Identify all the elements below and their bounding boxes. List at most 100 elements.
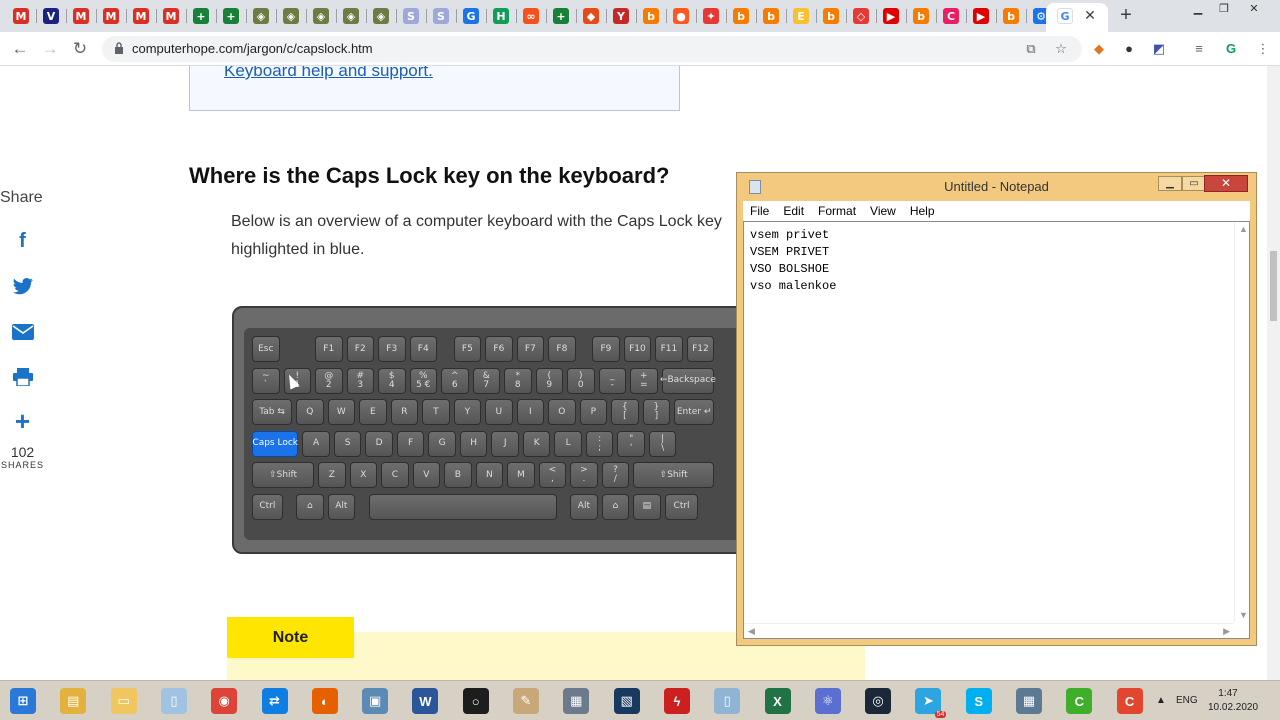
notepad-menu-file[interactable]: File — [743, 201, 776, 221]
taskbar-button[interactable]: ➤ 54 — [908, 684, 948, 718]
taskbar-button[interactable]: ⚛ — [808, 684, 848, 718]
close-tab-icon[interactable]: ✕ — [1082, 7, 1098, 23]
scrollbar-thumb[interactable] — [1270, 251, 1277, 321]
browser-tab[interactable]: ◆ — [580, 4, 602, 28]
tray-expand-icon[interactable]: ▲ — [1156, 695, 1166, 706]
taskbar-button[interactable]: ⇄ — [255, 684, 295, 718]
browser-tab[interactable]: S — [400, 4, 422, 28]
notepad-minimize-button[interactable]: ▁ — [1158, 176, 1182, 191]
browser-tab[interactable]: ▶ — [880, 4, 902, 28]
language-indicator[interactable]: ENG — [1176, 695, 1198, 706]
browser-tab[interactable]: ◈ — [340, 4, 362, 28]
taskbar-button[interactable]: ▯ — [707, 684, 747, 718]
browser-tab[interactable]: ◈ — [250, 4, 272, 28]
browser-tab[interactable]: b — [760, 4, 782, 28]
browser-tab[interactable]: M — [100, 4, 122, 28]
taskbar-button[interactable]: C — [1110, 684, 1150, 718]
browser-tab[interactable]: M — [160, 4, 182, 28]
browser-tab[interactable]: ∞ — [520, 4, 542, 28]
forward-button[interactable]: → — [40, 39, 60, 59]
notepad-maximize-button[interactable]: ▭ — [1182, 176, 1206, 191]
browser-tab[interactable]: + — [190, 4, 212, 28]
taskbar-button[interactable]: S — [959, 684, 999, 718]
taskbar-button[interactable]: ◐ — [305, 684, 345, 718]
taskbar-button[interactable]: ⊞ — [3, 684, 43, 718]
taskbar-button[interactable]: ◉ — [204, 684, 244, 718]
print-icon[interactable] — [0, 354, 45, 399]
notepad-horizontal-scrollbar[interactable]: ◀ ▶ — [744, 623, 1234, 638]
browser-tab[interactable]: E — [790, 4, 812, 28]
browser-tab[interactable]: ◈ — [370, 4, 392, 28]
notepad-menu-view[interactable]: View — [863, 201, 903, 221]
address-bar[interactable]: computerhope.com/jargon/c/capslock.htm ⧉… — [102, 36, 1082, 62]
browser-tab[interactable]: + — [550, 4, 572, 28]
metamask-icon[interactable]: ◆ — [1090, 40, 1108, 58]
taskbar-button[interactable]: ▣ — [355, 684, 395, 718]
keyboard-help-link[interactable]: Keyboard help and support. — [224, 66, 433, 81]
reload-button[interactable]: ↻ — [70, 39, 90, 59]
more-share-icon[interactable]: + — [0, 399, 45, 444]
playlist-icon[interactable]: ≡ — [1190, 40, 1208, 58]
taskbar-button[interactable]: X — [758, 684, 798, 718]
taskbar-button[interactable]: C — [1059, 684, 1099, 718]
browser-tab[interactable]: M — [10, 4, 32, 28]
taskbar-button[interactable]: ▦ — [556, 684, 596, 718]
browser-tab[interactable]: S — [430, 4, 452, 28]
notepad-menu-edit[interactable]: Edit — [776, 201, 811, 221]
notepad-text-area[interactable]: vsem privet VSEM PRIVET VSO BOLSHOE vso … — [743, 221, 1250, 639]
extension-icon[interactable]: ◩ — [1150, 40, 1168, 58]
browser-tab[interactable]: Y — [610, 4, 632, 28]
email-icon[interactable] — [0, 309, 45, 354]
restore-button[interactable]: ❐ — [1214, 2, 1234, 16]
extension-icon[interactable]: ● — [1120, 40, 1138, 58]
taskbar-button[interactable]: ▯ — [154, 684, 194, 718]
browser-tab[interactable]: G — [460, 4, 482, 28]
active-tab[interactable]: G — [1046, 3, 1108, 32]
clock[interactable]: 1:47 10.02.2020 — [1208, 687, 1258, 715]
browser-tab[interactable]: b — [910, 4, 932, 28]
taskbar-button[interactable]: W — [405, 684, 445, 718]
minimize-button[interactable]: ▁ — [1188, 2, 1208, 16]
browser-tab[interactable]: b — [1000, 4, 1022, 28]
scroll-left-icon[interactable]: ◀ — [748, 626, 755, 637]
notepad-close-button[interactable]: ✕ — [1204, 175, 1248, 192]
twitter-icon[interactable] — [0, 264, 45, 309]
page-scrollbar[interactable] — [1267, 66, 1280, 680]
new-tab-button[interactable]: + — [1116, 5, 1136, 25]
profile-icon[interactable]: G — [1222, 40, 1240, 58]
browser-tab[interactable]: ◈ — [280, 4, 302, 28]
translate-icon[interactable]: ⧉ — [1022, 40, 1040, 58]
browser-tab[interactable]: C — [940, 4, 962, 28]
taskbar-button[interactable]: ✎ — [506, 684, 546, 718]
browser-tab[interactable]: b — [730, 4, 752, 28]
taskbar-button[interactable]: ϟ — [657, 684, 697, 718]
taskbar-button[interactable]: ▦ — [1009, 684, 1049, 718]
back-button[interactable]: ← — [10, 39, 30, 59]
notepad-vertical-scrollbar[interactable]: ▲ ▼ — [1234, 222, 1249, 622]
scroll-right-icon[interactable]: ▶ — [1223, 626, 1230, 637]
taskbar-button[interactable]: ◎ — [858, 684, 898, 718]
browser-tab[interactable]: ✦ — [700, 4, 722, 28]
notepad-menu-format[interactable]: Format — [811, 201, 863, 221]
taskbar-button[interactable]: ▭ — [104, 684, 144, 718]
browser-tab[interactable]: M — [70, 4, 92, 28]
browser-tab[interactable]: ● — [670, 4, 692, 28]
taskbar-button[interactable]: ▤ — [53, 684, 93, 718]
taskbar-button[interactable]: ▧ — [607, 684, 647, 718]
notepad-menu-help[interactable]: Help — [903, 201, 942, 221]
browser-tab[interactable]: ◈ — [310, 4, 332, 28]
browser-tab[interactable]: + — [220, 4, 242, 28]
taskbar-button[interactable]: ○ — [456, 684, 496, 718]
browser-tab[interactable]: ◇ — [850, 4, 872, 28]
browser-tab[interactable]: b — [640, 4, 662, 28]
scroll-down-icon[interactable]: ▼ — [1239, 610, 1248, 620]
browser-tab[interactable]: b — [820, 4, 842, 28]
menu-icon[interactable]: ⋮ — [1254, 40, 1272, 58]
bookmark-star-icon[interactable]: ☆ — [1052, 40, 1070, 58]
close-window-button[interactable]: ✕ — [1244, 2, 1264, 16]
browser-tab[interactable]: H — [490, 4, 512, 28]
browser-tab[interactable]: M — [130, 4, 152, 28]
scroll-up-icon[interactable]: ▲ — [1239, 224, 1248, 234]
browser-tab[interactable]: V — [40, 4, 62, 28]
browser-tab[interactable]: ▶ — [970, 4, 992, 28]
